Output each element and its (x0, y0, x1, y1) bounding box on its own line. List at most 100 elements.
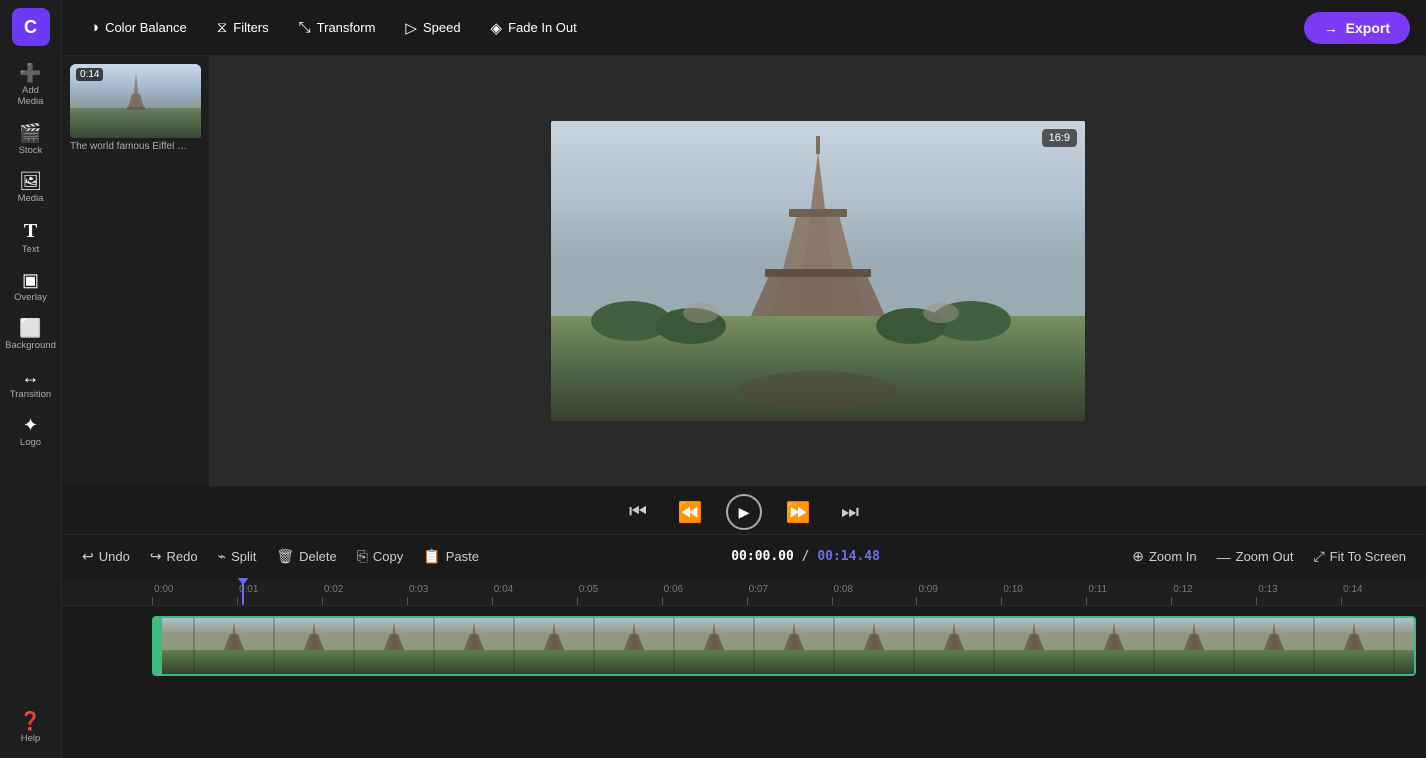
ruler-marks: 0:000:010:020:030:040:050:060:070:080:09… (152, 578, 1426, 605)
clip-resize-handle-left[interactable] (154, 618, 162, 674)
paste-icon: 📋 (423, 548, 440, 565)
video-frame (551, 121, 1085, 421)
timeline-toolbar: ↩ Undo ↪ Redo ⌁ Split 🗑 Delete ⎘ Copy 📋 … (62, 534, 1426, 578)
sidebar-item-label: Stock (19, 145, 43, 156)
speed-button[interactable]: ▷ Speed (393, 13, 472, 43)
zoom-in-icon: ⊕ (1132, 548, 1144, 565)
redo-icon: ↪ (150, 548, 162, 565)
transition-icon: ↔ (22, 368, 40, 386)
fit-to-screen-icon: ⤢ (1313, 548, 1324, 565)
sidebar-item-media[interactable]: 🖼 Media (5, 166, 57, 210)
sidebar-item-background[interactable]: ⬜ Background (5, 313, 57, 357)
ruler-mark: 0:10 (1001, 578, 1086, 605)
redo-button[interactable]: ↪ Redo (142, 543, 206, 570)
undo-button[interactable]: ↩ Undo (74, 543, 138, 570)
playhead-handle (237, 578, 249, 585)
sidebar-item-transition[interactable]: ↔ Transition (5, 362, 57, 406)
track-content[interactable]: // Draw repeated thumbnails (152, 611, 1426, 681)
ruler-mark: 0:01 (237, 578, 322, 605)
sidebar-item-text[interactable]: T Text (5, 215, 57, 261)
playhead[interactable] (242, 578, 244, 605)
filters-button[interactable]: ⧖ Filters (205, 13, 281, 42)
sidebar-item-overlay[interactable]: ▣ Overlay (5, 265, 57, 309)
sidebar-item-label: Transition (10, 389, 51, 400)
ruler-tick (832, 597, 833, 605)
sidebar-item-logo[interactable]: ✦ Logo (5, 410, 57, 454)
zoom-out-button[interactable]: — Zoom Out (1209, 544, 1302, 570)
ruler-label: 0:07 (749, 584, 768, 595)
timeline-area: 0:000:010:020:030:040:050:060:070:080:09… (62, 578, 1426, 758)
ruler-tick (747, 597, 748, 605)
skip-to-end-button[interactable]: ⏭ (834, 496, 866, 528)
overlay-icon: ▣ (22, 271, 39, 289)
ruler-container: 0:000:010:020:030:040:050:060:070:080:09… (152, 578, 1426, 605)
ruler-mark: 0:07 (747, 578, 832, 605)
sidebar-item-help[interactable]: ❓ Help (5, 706, 57, 750)
speed-icon: ▷ (405, 19, 417, 37)
sidebar-item-label: Add Media (9, 85, 53, 108)
split-icon: ⌁ (218, 548, 226, 565)
fast-forward-button[interactable]: ⏩ (782, 496, 814, 528)
play-pause-button[interactable]: ▶ (726, 494, 762, 530)
ruler-tick (237, 597, 238, 605)
skip-start-icon: ⏮ (629, 501, 647, 524)
ruler-tick (577, 597, 578, 605)
track-row-video: // Draw repeated thumbnails (62, 606, 1426, 686)
sidebar-item-label: Logo (20, 437, 41, 448)
ruler-label: 0:06 (664, 584, 683, 595)
video-preview: 16:9 (551, 121, 1085, 421)
ruler-tick (1001, 597, 1002, 605)
color-balance-icon: ◑ (90, 19, 99, 36)
ruler-label: 0:08 (834, 584, 853, 595)
zoom-in-button[interactable]: ⊕ Zoom In (1124, 543, 1204, 570)
tool-buttons: ◑ Color Balance ⧖ Filters ⤡ Transform ▷ … (78, 13, 589, 43)
skip-to-start-button[interactable]: ⏮ (622, 496, 654, 528)
copy-icon: ⎘ (357, 548, 368, 565)
delete-button[interactable]: 🗑 Delete (268, 543, 344, 570)
ruler-mark: 0:00 (152, 578, 237, 605)
ruler-label: 0:10 (1003, 584, 1022, 595)
transform-button[interactable]: ⤡ Transform (287, 13, 388, 42)
sidebar-item-label: Text (22, 244, 39, 255)
ruler-label: 0:09 (918, 584, 937, 595)
sidebar-item-add-media[interactable]: ➕ Add Media (5, 58, 57, 114)
video-clip[interactable]: // Draw repeated thumbnails (152, 616, 1416, 676)
rewind-button[interactable]: ⏪ (674, 496, 706, 528)
zoom-controls: ⊕ Zoom In — Zoom Out ⤢ Fit To Screen (1124, 543, 1414, 570)
paste-button[interactable]: 📋 Paste (415, 543, 487, 570)
media-duration-badge: 0:14 (76, 68, 103, 81)
copy-button[interactable]: ⎘ Copy (349, 543, 412, 570)
ruler-mark: 0:14 (1341, 578, 1426, 605)
ruler-mark: 0:02 (322, 578, 407, 605)
ruler-tick (916, 597, 917, 605)
media-item-title: The world famous Eiffel … (70, 141, 201, 152)
delete-icon: 🗑 (276, 548, 294, 565)
ruler-mark: 0:11 (1086, 578, 1171, 605)
fit-to-screen-button[interactable]: ⤢ Fit To Screen (1305, 543, 1414, 570)
add-media-icon: ➕ (19, 64, 41, 82)
transform-icon: ⤡ (299, 19, 311, 36)
media-item[interactable]: 0:14 The world famous Eiffel … (70, 64, 201, 152)
color-balance-button[interactable]: ◑ Color Balance (78, 13, 199, 42)
sidebar-item-stock[interactable]: 🎬 Stock (5, 118, 57, 162)
app-logo[interactable]: C (12, 8, 50, 46)
timeline-ruler: 0:000:010:020:030:040:050:060:070:080:09… (62, 578, 1426, 606)
ruler-label: 0:12 (1173, 584, 1192, 595)
fade-in-out-button[interactable]: ◈ Fade In Out (479, 13, 589, 43)
ruler-mark: 0:09 (916, 578, 1001, 605)
top-bar: ◑ Color Balance ⧖ Filters ⤡ Transform ▷ … (62, 0, 1426, 56)
export-arrow-icon: → (1324, 20, 1338, 36)
logo-icon: ✦ (23, 416, 38, 434)
timeline-tracks: // Draw repeated thumbnails (62, 606, 1426, 758)
ruler-label: 0:14 (1343, 584, 1362, 595)
ruler-mark: 0:03 (407, 578, 492, 605)
export-button[interactable]: → Export (1304, 12, 1410, 44)
ruler-tick (662, 597, 663, 605)
ruler-tick (1341, 597, 1342, 605)
sidebar-item-label: Overlay (14, 292, 47, 303)
split-button[interactable]: ⌁ Split (210, 543, 265, 570)
fade-icon: ◈ (491, 19, 503, 37)
play-icon: ▶ (739, 504, 750, 521)
rewind-icon: ⏪ (678, 500, 703, 525)
sidebar-help-label: Help (21, 733, 41, 744)
